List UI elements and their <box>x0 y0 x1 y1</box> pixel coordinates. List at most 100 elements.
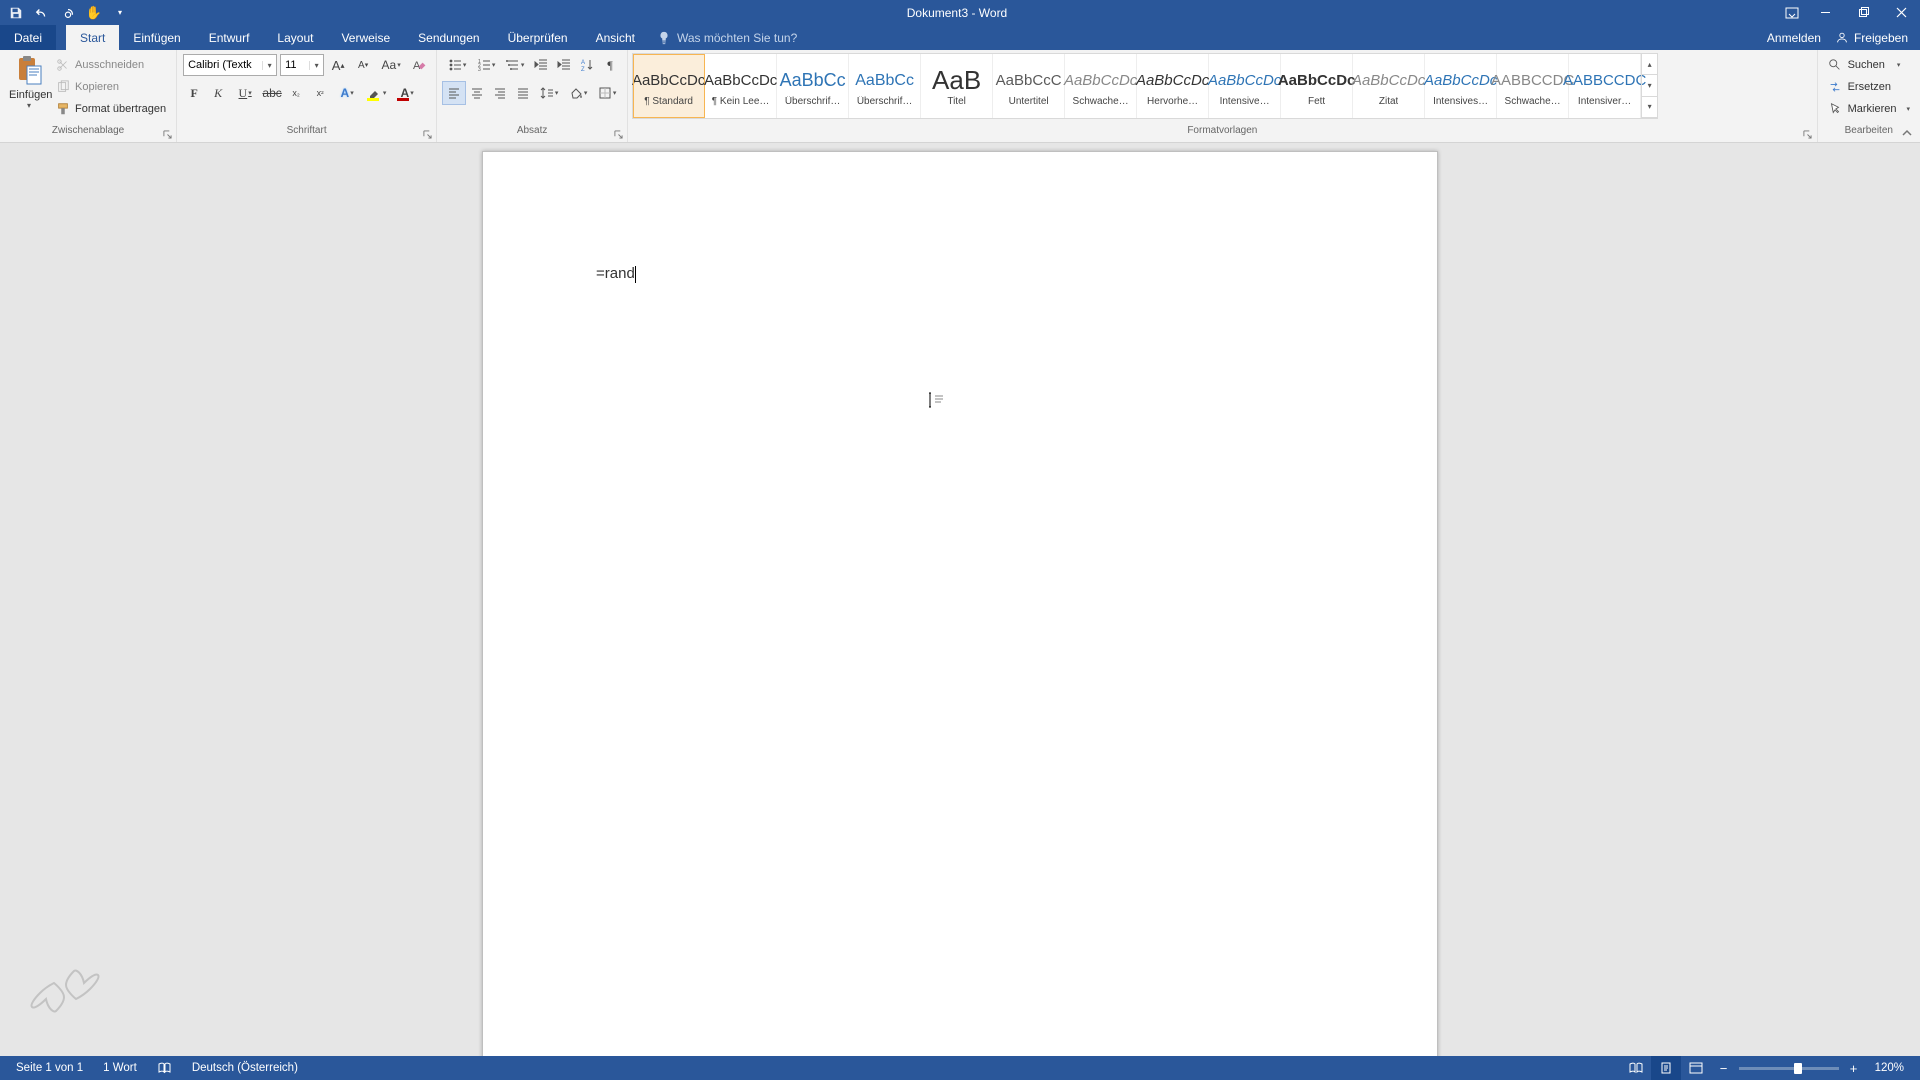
read-mode-button[interactable] <box>1621 1056 1651 1080</box>
increase-indent-button[interactable] <box>553 54 575 76</box>
document-body[interactable]: =rand <box>596 265 1324 283</box>
gallery-more-button[interactable]: ▾ <box>1642 97 1657 118</box>
font-name-input[interactable] <box>184 55 262 75</box>
style-item[interactable]: AaBbCcDc¶ Standard <box>633 54 705 118</box>
styles-gallery: AaBbCcDc¶ StandardAaBbCcDc¶ Kein Lee…AaB… <box>632 53 1658 119</box>
collapse-ribbon-button[interactable] <box>1898 126 1916 140</box>
style-item[interactable]: AABBCCDCSchwache… <box>1497 54 1569 118</box>
style-item[interactable]: AaBbCcDcIntensive… <box>1209 54 1281 118</box>
show-marks-button[interactable]: ¶ <box>599 54 621 76</box>
style-item[interactable]: AaBbCcDcFett <box>1281 54 1353 118</box>
page-indicator[interactable]: Seite 1 von 1 <box>6 1056 93 1080</box>
maximize-button[interactable] <box>1844 0 1882 25</box>
multilevel-list-button[interactable]: ▾ <box>501 54 529 76</box>
align-left-button[interactable] <box>443 82 465 104</box>
italic-button[interactable]: K <box>207 82 229 104</box>
gallery-up-button[interactable]: ▴ <box>1642 54 1657 75</box>
touch-mode-icon[interactable]: ✋ <box>82 2 106 24</box>
zoom-in-button[interactable]: + <box>1845 1061 1863 1076</box>
clipboard-dialog-launcher[interactable] <box>160 127 174 141</box>
tab-ansicht[interactable]: Ansicht <box>582 25 649 50</box>
style-item[interactable]: AaBbCcÜberschrif… <box>849 54 921 118</box>
style-item[interactable]: AaBTitel <box>921 54 993 118</box>
find-button[interactable]: Suchen▾ <box>1824 55 1914 75</box>
justify-button[interactable] <box>512 82 534 104</box>
signin-button[interactable]: Anmelden <box>1767 31 1821 45</box>
tab-sendungen[interactable]: Sendungen <box>404 25 493 50</box>
qat-customize-icon[interactable]: ▾ <box>108 2 132 24</box>
language-button[interactable]: Deutsch (Österreich) <box>182 1056 308 1080</box>
paste-button[interactable]: Einfügen ▾ <box>9 53 49 110</box>
style-item[interactable]: AaBbCcÜberschrif… <box>777 54 849 118</box>
align-center-button[interactable] <box>466 82 488 104</box>
sort-button[interactable]: AZ <box>576 54 598 76</box>
tab-entwurf[interactable]: Entwurf <box>195 25 264 50</box>
style-item[interactable]: AaBbCcDcHervorhe… <box>1137 54 1209 118</box>
font-color-button[interactable]: A▾ <box>393 82 421 104</box>
line-spacing-button[interactable]: ▾ <box>535 82 563 104</box>
font-dialog-launcher[interactable] <box>420 127 434 141</box>
superscript-button[interactable]: x² <box>309 82 331 104</box>
print-layout-button[interactable] <box>1651 1056 1681 1080</box>
style-item[interactable]: AaBbCcDcSchwache… <box>1065 54 1137 118</box>
redo-icon[interactable] <box>56 2 80 24</box>
text-effects-button[interactable]: A▾ <box>333 82 361 104</box>
numbering-button[interactable]: 123▾ <box>472 54 500 76</box>
subscript-button[interactable]: x₂ <box>285 82 307 104</box>
zoom-out-button[interactable]: − <box>1715 1061 1733 1076</box>
tab-überprüfen[interactable]: Überprüfen <box>494 25 582 50</box>
font-size-combo[interactable]: ▾ <box>280 54 324 76</box>
font-size-input[interactable] <box>281 55 309 75</box>
style-item[interactable]: AaBbCcDcZitat <box>1353 54 1425 118</box>
tab-einfügen[interactable]: Einfügen <box>119 25 194 50</box>
select-button[interactable]: Markieren▾ <box>1824 99 1914 119</box>
tell-me-search[interactable]: Was möchten Sie tun? <box>649 25 797 50</box>
decrease-font-button[interactable]: A▾ <box>352 54 374 76</box>
replace-button[interactable]: Ersetzen <box>1824 77 1914 97</box>
align-right-button[interactable] <box>489 82 511 104</box>
minimize-button[interactable] <box>1806 0 1844 25</box>
tab-start[interactable]: Start <box>66 25 119 50</box>
ribbon-display-options-icon[interactable] <box>1778 0 1806 25</box>
web-layout-button[interactable] <box>1681 1056 1711 1080</box>
decrease-indent-button[interactable] <box>530 54 552 76</box>
status-bar: Seite 1 von 1 1 Wort Deutsch (Österreich… <box>0 1056 1920 1080</box>
web-layout-icon <box>1688 1061 1704 1075</box>
read-mode-icon <box>1628 1061 1644 1075</box>
highlight-button[interactable]: ▾ <box>363 82 391 104</box>
style-item[interactable]: AaBbCcDc¶ Kein Lee… <box>705 54 777 118</box>
bullets-button[interactable]: ▾ <box>443 54 471 76</box>
bold-button[interactable]: F <box>183 82 205 104</box>
page[interactable]: =rand <box>482 151 1438 1056</box>
clear-formatting-button[interactable]: A <box>408 54 430 76</box>
paragraph-dialog-launcher[interactable] <box>611 127 625 141</box>
zoom-percent[interactable]: 120% <box>1869 1056 1910 1080</box>
tab-file[interactable]: Datei <box>0 25 56 50</box>
search-icon <box>1828 58 1842 72</box>
save-icon[interactable] <box>4 2 28 24</box>
tab-verweise[interactable]: Verweise <box>327 25 404 50</box>
zoom-slider[interactable] <box>1739 1067 1839 1070</box>
tab-layout[interactable]: Layout <box>263 25 327 50</box>
increase-font-button[interactable]: A▴ <box>327 54 349 76</box>
close-button[interactable] <box>1882 0 1920 25</box>
gallery-down-button[interactable]: ▾ <box>1642 75 1657 96</box>
strikethrough-button[interactable]: abc <box>261 82 283 104</box>
style-item[interactable]: AaBbCcCUntertitel <box>993 54 1065 118</box>
change-case-button[interactable]: Aa▾ <box>377 54 405 76</box>
chevron-down-icon[interactable]: ▾ <box>262 61 276 70</box>
styles-dialog-launcher[interactable] <box>1801 127 1815 141</box>
share-button[interactable]: Freigeben <box>1835 31 1908 45</box>
chevron-down-icon[interactable]: ▾ <box>309 61 323 70</box>
document-workspace[interactable]: =rand <box>0 143 1920 1056</box>
font-name-combo[interactable]: ▾ <box>183 54 277 76</box>
borders-button[interactable]: ▾ <box>593 82 621 104</box>
format-painter-button[interactable]: Format übertragen <box>52 99 170 119</box>
underline-button[interactable]: U▾ <box>231 82 259 104</box>
word-count[interactable]: 1 Wort <box>93 1056 147 1080</box>
spellcheck-button[interactable] <box>147 1056 182 1080</box>
undo-icon[interactable] <box>30 2 54 24</box>
style-item[interactable]: AaBbCcDcIntensives… <box>1425 54 1497 118</box>
style-item[interactable]: AABBCCDCIntensiver… <box>1569 54 1641 118</box>
shading-button[interactable]: ▾ <box>564 82 592 104</box>
